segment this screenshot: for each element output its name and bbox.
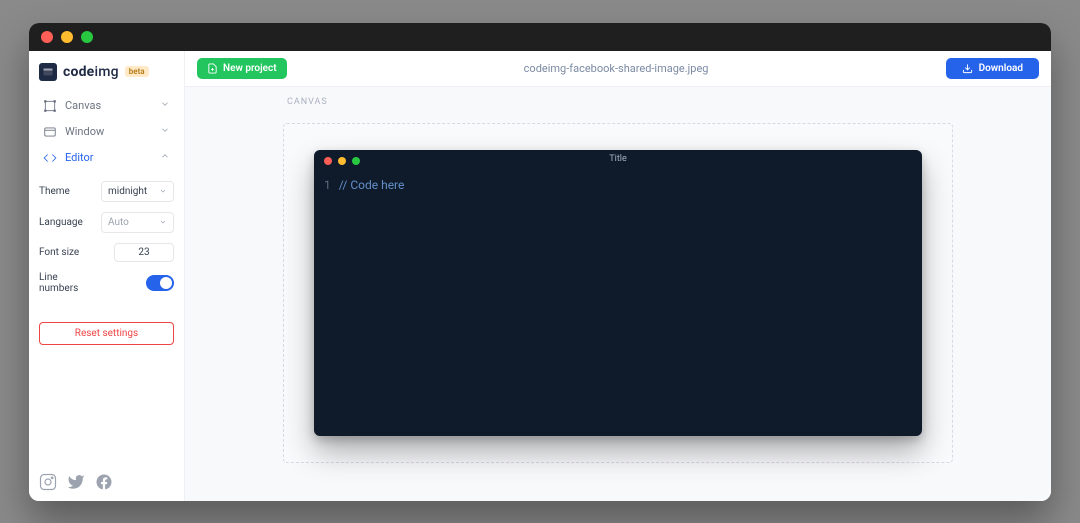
twitter-icon[interactable] [67,473,85,491]
canvas-section-label: CANVAS [287,97,328,107]
fontsize-input[interactable] [114,243,174,262]
chevron-down-icon [160,99,170,112]
sidebar: codeimg beta Canvas Window [29,51,185,501]
download-label: Download [979,63,1023,74]
reset-settings-button[interactable]: Reset settings [39,322,174,345]
nav-label: Editor [65,151,94,164]
brand-badge: beta [125,66,149,77]
close-icon [324,157,332,165]
theme-label: Theme [39,186,95,197]
new-project-button[interactable]: New project [197,58,287,79]
minimize-icon [338,157,346,165]
main-area: New project Download CANVAS [185,51,1051,501]
code-window-titlebar: Title [314,150,922,172]
nav-label: Canvas [65,99,101,112]
linenumbers-toggle[interactable] [146,275,174,291]
code-content[interactable]: // Code here [339,178,405,430]
maximize-icon [352,157,360,165]
file-plus-icon [207,63,218,74]
project-title-input[interactable] [301,62,932,75]
app-window: codeimg beta Canvas Window [29,23,1051,501]
fontsize-label: Font size [39,247,95,258]
language-select[interactable]: Auto [101,212,174,233]
topbar: New project Download [185,51,1051,87]
instagram-icon[interactable] [39,473,57,491]
download-button[interactable]: Download [946,58,1039,79]
canvas-icon [43,99,57,113]
theme-value: midnight [108,186,147,197]
line-number: 1 [324,178,331,430]
canvas-area: CANVAS Title 1 // Code here [185,87,1051,501]
chevron-down-icon [159,218,167,226]
code-preview-window[interactable]: Title 1 // Code here [314,150,922,436]
language-label: Language [39,217,95,228]
nav-label: Window [65,125,104,138]
brand-logo-icon [39,63,57,81]
nav-item-window[interactable]: Window [35,119,178,145]
editor-settings-panel: Theme midnight Language Auto Font size [29,175,184,304]
code-window-title[interactable]: Title [314,154,922,164]
download-icon [962,63,973,74]
sidebar-footer [29,463,184,501]
macos-titlebar [29,23,1051,51]
new-project-label: New project [223,63,277,74]
language-value: Auto [108,217,129,228]
nav-item-canvas[interactable]: Canvas [35,93,178,119]
canvas-frame[interactable]: Title 1 // Code here [283,123,953,463]
nav-item-editor[interactable]: Editor [35,145,178,171]
chevron-down-icon [160,125,170,138]
code-body[interactable]: 1 // Code here [314,172,922,436]
close-icon[interactable] [41,31,53,43]
chevron-up-icon [160,151,170,164]
brand-name: codeimg [63,64,119,80]
facebook-icon[interactable] [95,473,113,491]
maximize-icon[interactable] [81,31,93,43]
theme-select[interactable]: midnight [101,181,174,202]
brand: codeimg beta [29,51,184,89]
chevron-down-icon [159,187,167,195]
code-icon [43,151,57,165]
window-icon [43,125,57,139]
sidebar-nav: Canvas Window Editor [29,89,184,175]
linenumbers-label: Line numbers [39,272,95,294]
minimize-icon[interactable] [61,31,73,43]
